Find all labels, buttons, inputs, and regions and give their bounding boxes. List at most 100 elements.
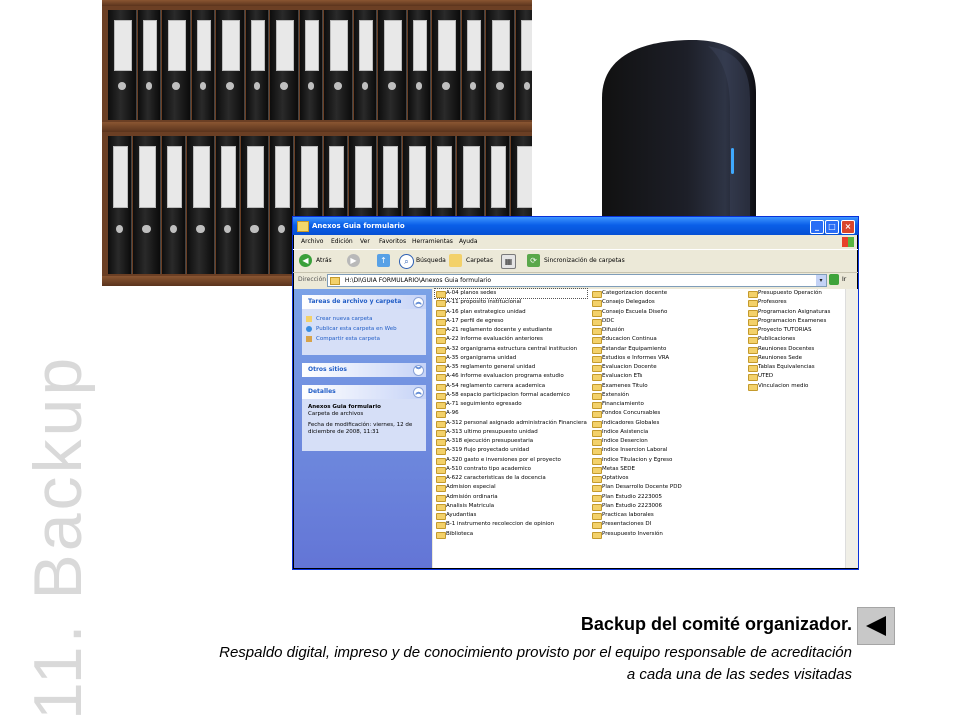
folder-item[interactable]: Consejo Escuela Diseño [591, 308, 741, 317]
minimize-button[interactable]: _ [810, 220, 824, 234]
folder-item[interactable]: Examenes Titulo [591, 382, 741, 391]
folder-item[interactable]: Tablas Equivalencias [747, 363, 843, 372]
folder-item[interactable]: Indicadores Globales [591, 419, 741, 428]
folder-item[interactable]: DDC [591, 317, 741, 326]
task-create-folder[interactable]: Crear nueva carpeta [302, 314, 426, 324]
folder-item[interactable]: Programacion Examenes [747, 317, 843, 326]
tasks-group-header[interactable]: Tareas de archivo y carpeta ︽ [302, 295, 426, 309]
folder-item[interactable]: Presupuesto Operación [747, 289, 843, 298]
folder-item[interactable]: Indice Insercion Laboral [591, 446, 741, 456]
folder-item[interactable]: Admisión ordinaria [435, 493, 587, 502]
folder-item[interactable]: A-16 plan estrategico unidad [435, 308, 587, 317]
folder-item[interactable]: A-04 planos sedes [434, 287, 588, 300]
folder-item[interactable]: A-46 informe evaluacion programa estudio [435, 372, 587, 382]
menu-herramientas[interactable]: Herramientas [412, 236, 453, 248]
folder-item[interactable]: A-312 personal asignado administración F… [435, 419, 587, 428]
folder-item[interactable]: A-11 proposito institucional [435, 298, 587, 308]
folder-item[interactable]: A-32 organigrama estructura central inst… [435, 345, 587, 354]
folder-item[interactable]: A-313 ultimo presupuesto unidad [435, 428, 587, 437]
folder-item[interactable]: Reuniones Docentes [747, 345, 843, 354]
close-button[interactable]: × [841, 220, 855, 234]
folder-item[interactable]: Educacion Continua [591, 335, 741, 345]
folder-item[interactable]: A-96 [435, 409, 587, 419]
folder-item[interactable]: Reuniones Sede [747, 354, 843, 363]
folder-item[interactable]: Evaluacion ETs [591, 372, 741, 382]
folder-item[interactable]: Fondos Concursables [591, 409, 741, 419]
folder-item[interactable]: Estandar Equipamiento [591, 345, 741, 354]
folder-item[interactable]: A-71 seguimiento egresado [435, 400, 587, 409]
collapse-chevron-icon[interactable]: ︽ [413, 387, 424, 398]
menu-edicion[interactable]: Edición [331, 236, 353, 248]
menu-favoritos[interactable]: Favoritos [379, 236, 406, 248]
vertical-scrollbar[interactable] [845, 289, 858, 568]
folder-item[interactable]: Ayudantias [435, 511, 587, 520]
folder-item[interactable]: A-622 caracteristicas de la docencia [435, 474, 587, 483]
folder-item[interactable]: Profesores [747, 298, 843, 308]
window-titlebar[interactable]: Anexos Guia formulario _ □ × [293, 217, 858, 235]
up-folder-button[interactable]: ↑ [377, 250, 391, 272]
folder-item[interactable]: A-17 perfil de egreso [435, 317, 587, 326]
folder-item[interactable]: Vinculacion medio [747, 382, 843, 391]
search-button[interactable]: ⌕ Búsqueda [399, 250, 446, 272]
sync-folders-button[interactable]: ⟳ Sincronización de carpetas [527, 250, 627, 272]
folder-item[interactable]: Categorizacion docente [591, 289, 741, 298]
task-publish-web[interactable]: Publicar esta carpeta en Web [302, 324, 426, 334]
forward-button[interactable]: ▶ [347, 250, 367, 272]
menu-ver[interactable]: Ver [360, 236, 370, 248]
folder-item[interactable]: Presentaciones DI [591, 520, 741, 530]
folder-item[interactable]: A-35 reglamento general unidad [435, 363, 587, 372]
folder-item[interactable]: Analisis Matricula [435, 502, 587, 511]
folder-item[interactable]: Indice Desercion [591, 437, 741, 446]
folder-item[interactable]: Proyecto TUTORIAS [747, 326, 843, 335]
folder-item[interactable]: Programacion Asignaturas [747, 308, 843, 317]
menu-archivo[interactable]: Archivo [301, 236, 323, 248]
other-places-header[interactable]: Otros sitios ︾ [302, 363, 426, 377]
folder-item[interactable]: Financiamiento [591, 400, 741, 409]
back-slide-button[interactable] [857, 607, 895, 645]
folder-item[interactable]: Indice Titulacion y Egreso [591, 456, 741, 465]
folder-item[interactable]: A-318 ejecución presupuestaria [435, 437, 587, 446]
folder-item[interactable]: A-21 reglamento docente y estudiante [435, 326, 587, 335]
collapse-chevron-icon[interactable]: ︽ [413, 297, 424, 308]
folders-button[interactable]: Carpetas [449, 250, 495, 272]
folder-item[interactable]: Practicas laborales [591, 511, 741, 520]
folder-item[interactable]: A-22 informe evaluación anteriores [435, 335, 587, 345]
expand-chevron-icon[interactable]: ︾ [413, 365, 424, 376]
folder-item[interactable]: Biblioteca [435, 530, 587, 539]
folder-item[interactable]: Plan Estudio 2223006 [591, 502, 741, 511]
folder-item[interactable]: UTED [747, 372, 843, 382]
folder-item[interactable]: Consejo Delegados [591, 298, 741, 308]
folder-item[interactable]: Plan Estudio 2223005 [591, 493, 741, 502]
folder-item[interactable]: A-319 flujo proyectado unidad [435, 446, 587, 456]
folder-item[interactable]: Estudios e Informes VRA [591, 354, 741, 363]
menu-ayuda[interactable]: Ayuda [459, 236, 478, 248]
address-dropdown-icon[interactable]: ▾ [816, 275, 826, 286]
back-button[interactable]: ◀ Atrás [299, 250, 341, 272]
folder-item[interactable]: Extensión [591, 391, 741, 400]
folder-item[interactable]: Publicaciones [747, 335, 843, 345]
folder-item[interactable]: Admision especial [435, 483, 587, 493]
folder-item[interactable]: Difusión [591, 326, 741, 335]
go-arrow-icon[interactable] [829, 274, 839, 285]
folder-item[interactable]: Plan Desarrollo Docente PDD [591, 483, 741, 493]
folder-item[interactable]: Evaluacion Docente [591, 363, 741, 372]
go-button[interactable]: Ir [842, 273, 846, 287]
folder-item[interactable]: Metas SEDE [591, 465, 741, 474]
folder-name: Extensión [602, 391, 630, 398]
folder-icon [436, 429, 446, 437]
views-button[interactable]: ▦ [501, 250, 521, 272]
folder-item[interactable]: Optativos [591, 474, 741, 483]
task-share-folder[interactable]: Compartir esta carpeta [302, 334, 426, 344]
folder-item[interactable]: A-320 gasto e inversiones por el proyect… [435, 456, 587, 465]
folder-item[interactable]: B-1 instrumento recoleccion de opinion [435, 520, 587, 530]
folder-item[interactable]: A-54 reglamento carrera academica [435, 382, 587, 391]
folder-item[interactable]: A-35 organigrama unidad [435, 354, 587, 363]
binder [138, 10, 161, 120]
folder-item[interactable]: A-58 espacio participacion formal academ… [435, 391, 587, 400]
maximize-button[interactable]: □ [825, 220, 839, 234]
folder-item[interactable]: Indice Asistencia [591, 428, 741, 437]
details-header[interactable]: Detalles ︽ [302, 385, 426, 399]
folder-item[interactable]: Presupuesto Inversión [591, 530, 741, 539]
folder-item[interactable]: A-510 contrato tipo academico [435, 465, 587, 474]
address-input[interactable]: H:\DI\GUIA FORMULARIO\Anexos Guia formul… [327, 274, 827, 287]
